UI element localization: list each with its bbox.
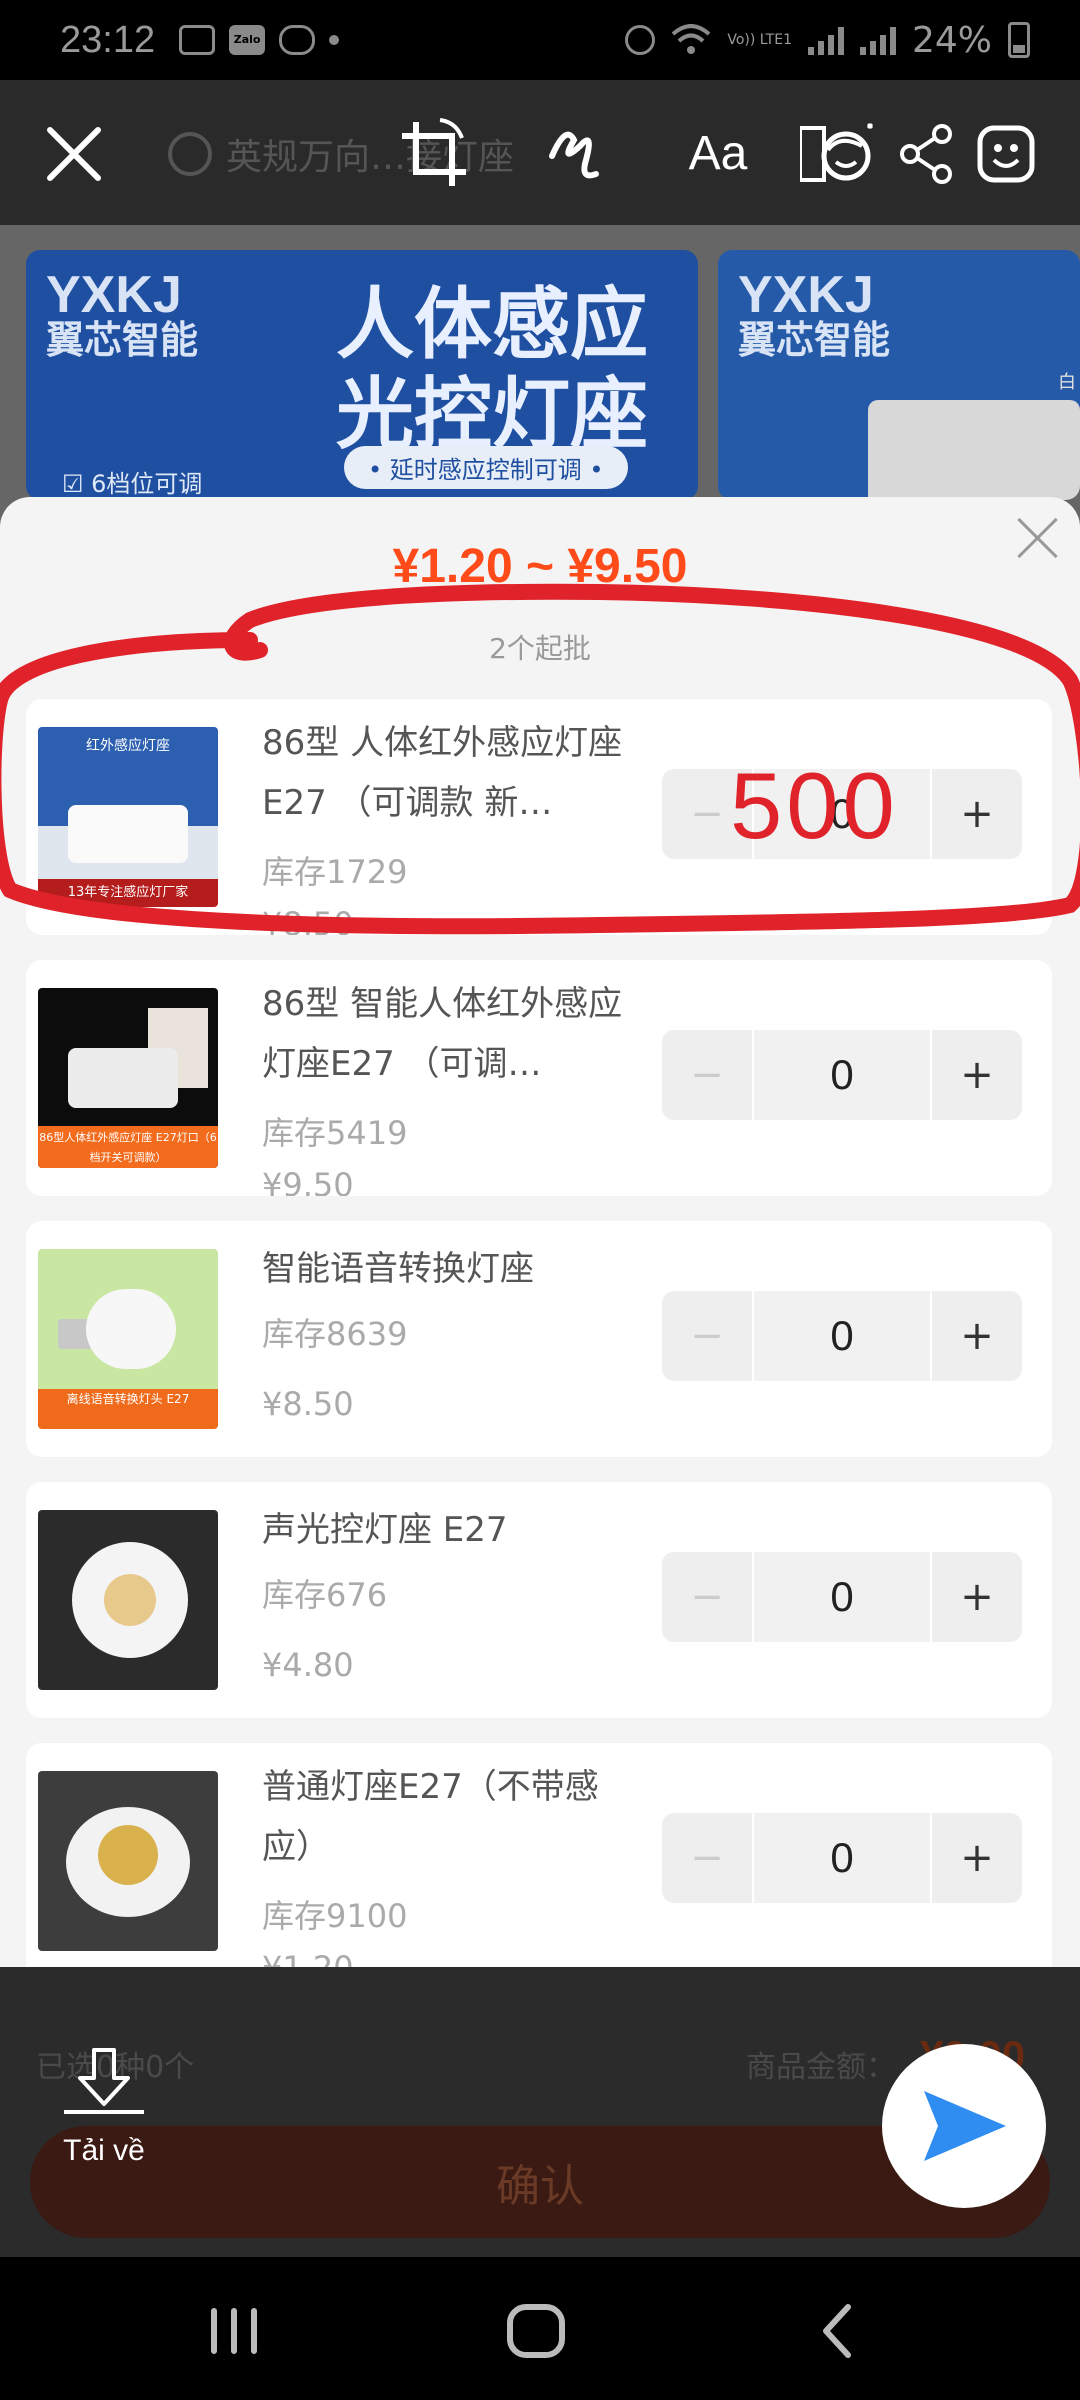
product-price: ¥1.20 (262, 1949, 354, 1967)
quantity-stepper: − 0 + (662, 1030, 1022, 1120)
banner-feature: ☑ 6档位可调 (62, 470, 203, 498)
share-icon[interactable] (896, 116, 956, 192)
product-thumbnail (38, 1510, 218, 1690)
decrement-button[interactable]: − (662, 1552, 752, 1642)
decrement-button[interactable]: − (662, 1291, 752, 1381)
battery-icon (1008, 22, 1030, 58)
status-bar: 23:12 Zalo Vo)) LTE1 24% (0, 0, 1080, 80)
network-type-label: Vo)) LTE1 (727, 32, 792, 48)
banner-2-logo: YXKJ 翼芯智能 (738, 266, 891, 362)
decrement-button[interactable]: − (662, 1813, 752, 1903)
product-price: ¥4.80 (262, 1646, 354, 1684)
product-thumbnail (38, 1771, 218, 1951)
quantity-stepper: − 0 + (662, 1813, 1022, 1903)
download-arrow-icon (64, 2048, 144, 2114)
sku-item[interactable]: 离线语音转换灯头 E27 智能语音转换灯座 库存8639 ¥8.50 − 0 + (26, 1221, 1052, 1457)
price-range: ¥1.20 ~ ¥9.50 (392, 540, 688, 593)
product-name: 86型 人体红外感应灯座E27 （可调款 新… (262, 723, 623, 823)
product-stock: 库存676 (262, 1576, 388, 1614)
product-price: ¥8.50 (262, 1385, 354, 1423)
product-price: ¥8.50 (262, 905, 354, 935)
quantity-input[interactable]: 0 (754, 1030, 930, 1120)
sku-selection-sheet: ¥1.20 ~ ¥9.50 2个起批 红外感应灯座 13年专注感应灯厂家 86型… (0, 497, 1080, 1967)
alarm-icon (625, 25, 656, 55)
quantity-input[interactable]: 0 (754, 1813, 930, 1903)
system-status-icons: Vo)) LTE1 24% (625, 20, 1030, 61)
recent-apps-icon[interactable] (194, 2291, 274, 2371)
battery-percent: 24% (911, 19, 992, 61)
banner-title: 人体感应 光控灯座 (336, 280, 649, 460)
editor-toolbar: Aa (0, 80, 1080, 225)
product-thumbnail: 86型人体红外感应灯座 E27灯口（6档开关可调款） (38, 988, 218, 1168)
product-thumbnail: 红外感应灯座 13年专注感应灯厂家 (38, 727, 218, 907)
download-button[interactable]: Tải về (54, 2046, 154, 2168)
quantity-input[interactable]: 0 (754, 1291, 930, 1381)
product-name: 普通灯座E27（不带感应） (262, 1767, 599, 1867)
crop-rotate-icon[interactable] (396, 116, 472, 192)
cloud-icon (279, 25, 316, 55)
sku-item[interactable]: 86型人体红外感应灯座 E27灯口（6档开关可调款） 86型 智能人体红外感应灯… (26, 960, 1052, 1196)
product-price: ¥9.50 (262, 1166, 354, 1196)
product-stock: 库存5419 (262, 1114, 408, 1152)
increment-button[interactable]: + (932, 1291, 1022, 1381)
increment-button[interactable]: + (932, 1552, 1022, 1642)
quantity-input[interactable]: 0 (754, 1552, 930, 1642)
signal-1-icon (807, 25, 844, 55)
product-banner-2[interactable]: YXKJ 翼芯智能 白 (718, 250, 1080, 500)
zalo-icon: Zalo (229, 25, 266, 55)
product-name: 86型 智能人体红外感应灯座E27 （可调… (262, 984, 623, 1084)
text-tool-button[interactable]: Aa (680, 116, 756, 192)
send-button[interactable] (882, 2044, 1046, 2208)
annotation-quantity-note: 500 (730, 753, 899, 858)
sku-item[interactable]: 普通灯座E27（不带感应） 库存9100 ¥1.20 − 0 + (26, 1743, 1052, 1967)
increment-button[interactable]: + (932, 1030, 1022, 1120)
system-navigation-bar (0, 2257, 1080, 2400)
product-stock: 库存8639 (262, 1315, 408, 1353)
draw-pen-icon[interactable] (540, 116, 616, 192)
product-name: 声光控灯座 E27 (262, 1510, 508, 1550)
product-thumbnail: 离线语音转换灯头 E27 (38, 1249, 218, 1429)
banner-logo: YXKJ 翼芯智能 (46, 266, 199, 362)
decrement-button[interactable]: − (662, 1030, 752, 1120)
download-label: Tải về (63, 2134, 145, 2167)
app-notification-icon (179, 25, 216, 55)
product-stock: 库存1729 (262, 853, 408, 891)
more-notifications-dot-icon (329, 35, 340, 45)
product-name: 智能语音转换灯座 (262, 1249, 534, 1289)
increment-button[interactable]: + (932, 1813, 1022, 1903)
product-stock: 库存9100 (262, 1897, 408, 1935)
emoji-icon[interactable] (968, 116, 1044, 192)
home-icon[interactable] (496, 2291, 576, 2371)
banner-2-edge-text: 白 (1058, 372, 1076, 393)
close-icon[interactable] (36, 116, 112, 192)
quantity-stepper: − 0 + (662, 1552, 1022, 1642)
status-time: 23:12 (60, 18, 156, 61)
banner-2-product-image (868, 400, 1080, 500)
back-icon[interactable] (798, 2291, 878, 2371)
notification-icons: Zalo (179, 25, 340, 55)
product-banner[interactable]: YXKJ 翼芯智能 人体感应 光控灯座 • 延时感应控制可调 • ☑ 6档位可调 (26, 250, 698, 500)
sku-item[interactable]: 声光控灯座 E27 库存676 ¥4.80 − 0 + (26, 1482, 1052, 1718)
increment-button[interactable]: + (932, 769, 1022, 859)
signal-2-icon (859, 25, 896, 55)
banner-pill: • 延时感应控制可调 • (344, 446, 628, 489)
sticker-face-icon[interactable] (800, 116, 876, 192)
wifi-icon (672, 24, 711, 54)
send-arrow-icon (924, 2091, 1006, 2161)
min-order-label: 2个起批 (489, 632, 591, 665)
quantity-stepper: − 0 + (662, 1291, 1022, 1381)
amount-label: 商品金额： (746, 2050, 896, 2085)
